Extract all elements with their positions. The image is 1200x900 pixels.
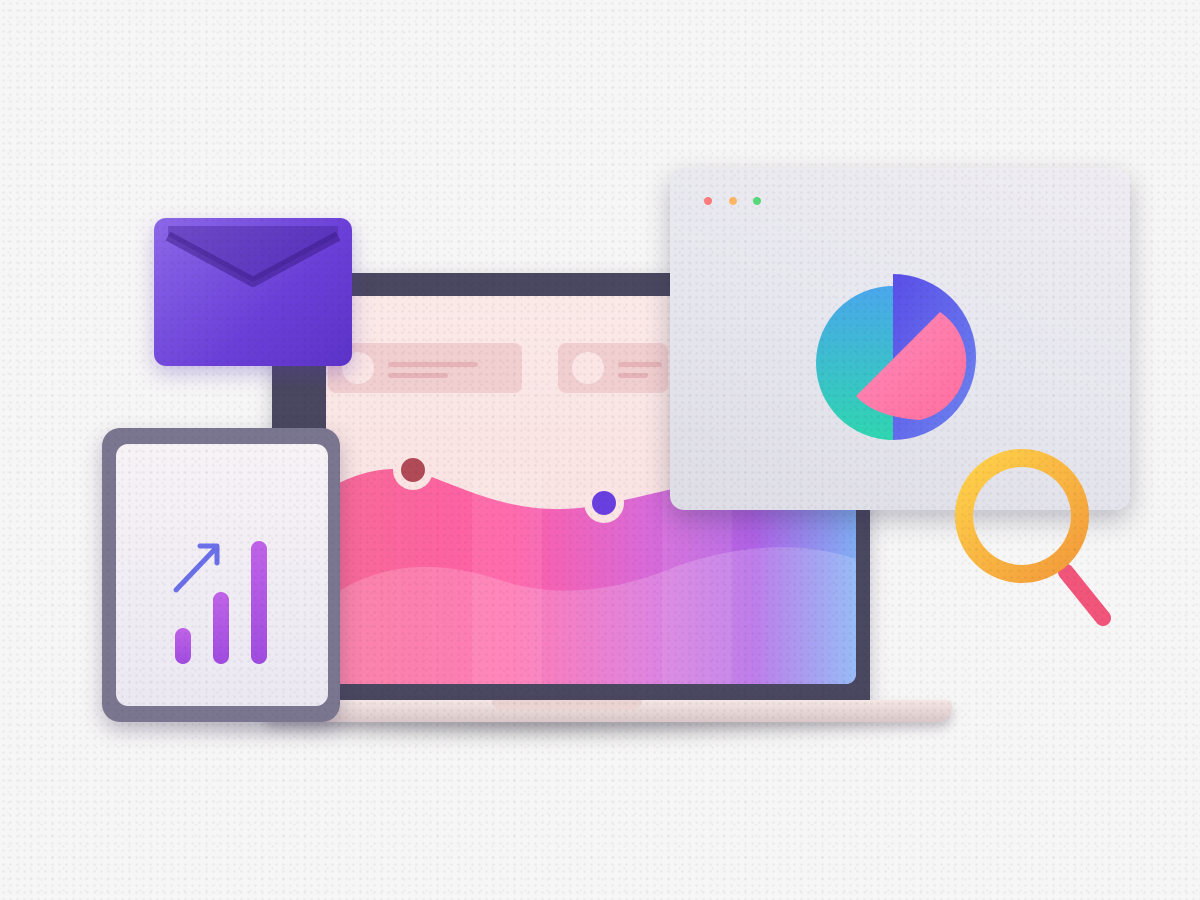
magnifier-icon[interactable] <box>0 0 1200 900</box>
illustration-scene <box>0 0 1200 900</box>
